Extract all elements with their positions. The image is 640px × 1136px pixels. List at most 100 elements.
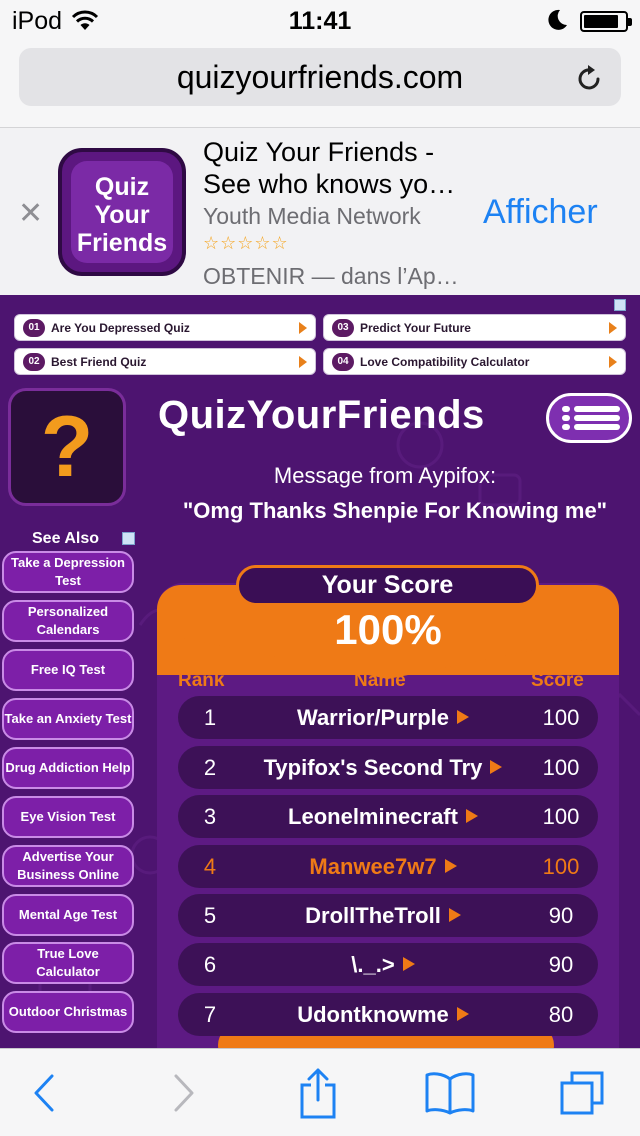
name-cell: Warrior/Purple: [242, 705, 524, 731]
ad-label: Love Compatibility Calculator: [360, 355, 530, 369]
leaderboard-row[interactable]: 2 Typifox's Second Try 100: [178, 746, 598, 789]
message-text: "Omg Thanks Shenpie For Knowing me": [182, 498, 608, 523]
play-arrow-icon: [299, 322, 307, 334]
rank-cell: 2: [203, 755, 217, 780]
site-content: 01 Are You Depressed Quiz 03 Predict You…: [0, 295, 640, 1048]
leaderboard-row[interactable]: 7 Udontknowme 80: [178, 993, 598, 1036]
forward-icon[interactable]: [154, 1049, 214, 1136]
ad-label: Predict Your Future: [360, 321, 471, 335]
ad-link[interactable]: 02 Best Friend Quiz: [14, 348, 316, 375]
battery-icon: [580, 11, 632, 32]
player-name: Leonelminecraft: [288, 804, 458, 829]
close-icon[interactable]: ✕: [18, 196, 43, 231]
rank-cell: 4: [203, 854, 217, 879]
address-bar-area: quizyourfriends.com: [0, 40, 640, 128]
name-cell: Manwee7w7: [242, 854, 524, 880]
leaderboard-row[interactable]: 5 DrollTheTroll 90: [178, 894, 598, 937]
player-name: Udontknowme: [297, 1002, 449, 1027]
score-cell: 100: [542, 705, 580, 730]
player-name: DrollTheTroll: [305, 903, 441, 928]
score-cell: 100: [542, 804, 580, 829]
tabs-icon[interactable]: [552, 1049, 612, 1136]
ad-number: 03: [332, 319, 354, 337]
sidebar-link[interactable]: Eye Vision Test: [2, 796, 134, 838]
adchoices-icon[interactable]: [614, 299, 626, 311]
player-name: \._.>: [351, 952, 395, 977]
sidebar-link[interactable]: Advertise Your Business Online: [2, 845, 134, 887]
play-arrow-icon: [609, 322, 617, 334]
sidebar-link[interactable]: Outdoor Christmas: [2, 991, 134, 1033]
app-title: Quiz Your Friends - See who knows yo…: [203, 137, 456, 199]
see-also-heading: See Also: [32, 530, 99, 547]
sidebar-link[interactable]: Take an Anxiety Test: [2, 698, 134, 740]
player-name: Manwee7w7: [309, 854, 437, 879]
rank-cell: 6: [203, 952, 217, 977]
view-app-button[interactable]: Afficher: [483, 193, 598, 232]
site-brand[interactable]: QuizYourFriends: [158, 393, 485, 438]
ad-number: 02: [23, 353, 45, 371]
rank-cell: 7: [203, 1002, 217, 1027]
leaderboard-row[interactable]: 1 Warrior/Purple 100: [178, 696, 598, 739]
site-logo[interactable]: ?: [8, 388, 126, 506]
player-name: Typifox's Second Try: [263, 755, 483, 780]
name-header: Name: [354, 670, 406, 691]
name-cell: DrollTheTroll: [242, 903, 524, 929]
name-cell: Typifox's Second Try: [242, 755, 524, 781]
ad-link[interactable]: 04 Love Compatibility Calculator: [323, 348, 626, 375]
play-arrow-icon: [456, 1007, 469, 1021]
name-cell: \._.>: [242, 952, 524, 978]
message-from: Message from Aypifox:: [273, 463, 497, 488]
ad-number: 04: [332, 353, 354, 371]
sidebar-link[interactable]: Personalized Calendars: [2, 600, 134, 642]
rank-cell: 1: [203, 705, 217, 730]
ad-link[interactable]: 03 Predict Your Future: [323, 314, 626, 341]
ad-label: Are You Depressed Quiz: [51, 321, 190, 335]
url-text: quizyourfriends.com: [176, 59, 464, 95]
app-icon[interactable]: Quiz Your Friends: [58, 148, 186, 276]
play-arrow-icon: [465, 809, 478, 823]
score-cell: 80: [548, 1002, 574, 1027]
name-cell: Leonelminecraft: [242, 804, 524, 830]
play-arrow-icon: [490, 760, 503, 774]
address-bar[interactable]: quizyourfriends.com: [19, 48, 621, 106]
menu-icon[interactable]: [546, 393, 632, 443]
play-arrow-icon: [444, 859, 457, 873]
name-cell: Udontknowme: [242, 1002, 524, 1028]
leaderboard-row[interactable]: 3 Leonelminecraft 100: [178, 795, 598, 838]
play-arrow-icon: [609, 356, 617, 368]
app-publisher: Youth Media Network: [203, 203, 421, 229]
browser-toolbar: [0, 1048, 640, 1136]
ad-link[interactable]: 01 Are You Depressed Quiz: [14, 314, 316, 341]
sidebar-link[interactable]: Take a Depression Test: [2, 551, 134, 593]
rank-header: Rank: [178, 670, 225, 691]
score-cell: 100: [542, 755, 580, 780]
question-mark-icon: ?: [40, 399, 94, 495]
leaderboard-row-current-user[interactable]: 4 Manwee7w7 100: [178, 845, 598, 888]
score-percentage: 100%: [334, 606, 442, 653]
page: iPod 11:41 quizyourfriends.com ✕ Quiz Yo…: [0, 0, 640, 1136]
sidebar-link[interactable]: Free IQ Test: [2, 649, 134, 691]
leaderboard-row[interactable]: 6 \._.> 90: [178, 943, 598, 986]
score-cell: 100: [542, 854, 580, 879]
reload-icon[interactable]: [576, 63, 604, 98]
play-arrow-icon: [457, 710, 469, 724]
play-arrow-icon: [448, 908, 461, 922]
bookmarks-icon[interactable]: [420, 1049, 480, 1136]
app-icon-label: Quiz Your Friends: [71, 161, 173, 263]
sidebar-link[interactable]: Mental Age Test: [2, 894, 134, 936]
sidebar-link[interactable]: True Love Calculator: [2, 942, 134, 984]
score-header: Score: [531, 670, 584, 691]
player-name: Warrior/Purple: [297, 705, 449, 730]
clock: 11:41: [288, 7, 352, 35]
ad-label: Best Friend Quiz: [51, 355, 147, 369]
score-cell: 90: [548, 903, 574, 928]
adchoices-icon[interactable]: [122, 532, 135, 545]
play-arrow-icon: [299, 356, 307, 368]
share-icon[interactable]: [288, 1049, 348, 1136]
back-icon[interactable]: [14, 1049, 74, 1136]
ad-number: 01: [23, 319, 45, 337]
smart-app-banner: ✕ Quiz Your Friends Quiz Your Friends - …: [0, 128, 640, 295]
your-score-label: Your Score: [236, 565, 539, 606]
score-cell: 90: [548, 952, 574, 977]
sidebar-link[interactable]: Drug Addiction Help: [2, 747, 134, 789]
